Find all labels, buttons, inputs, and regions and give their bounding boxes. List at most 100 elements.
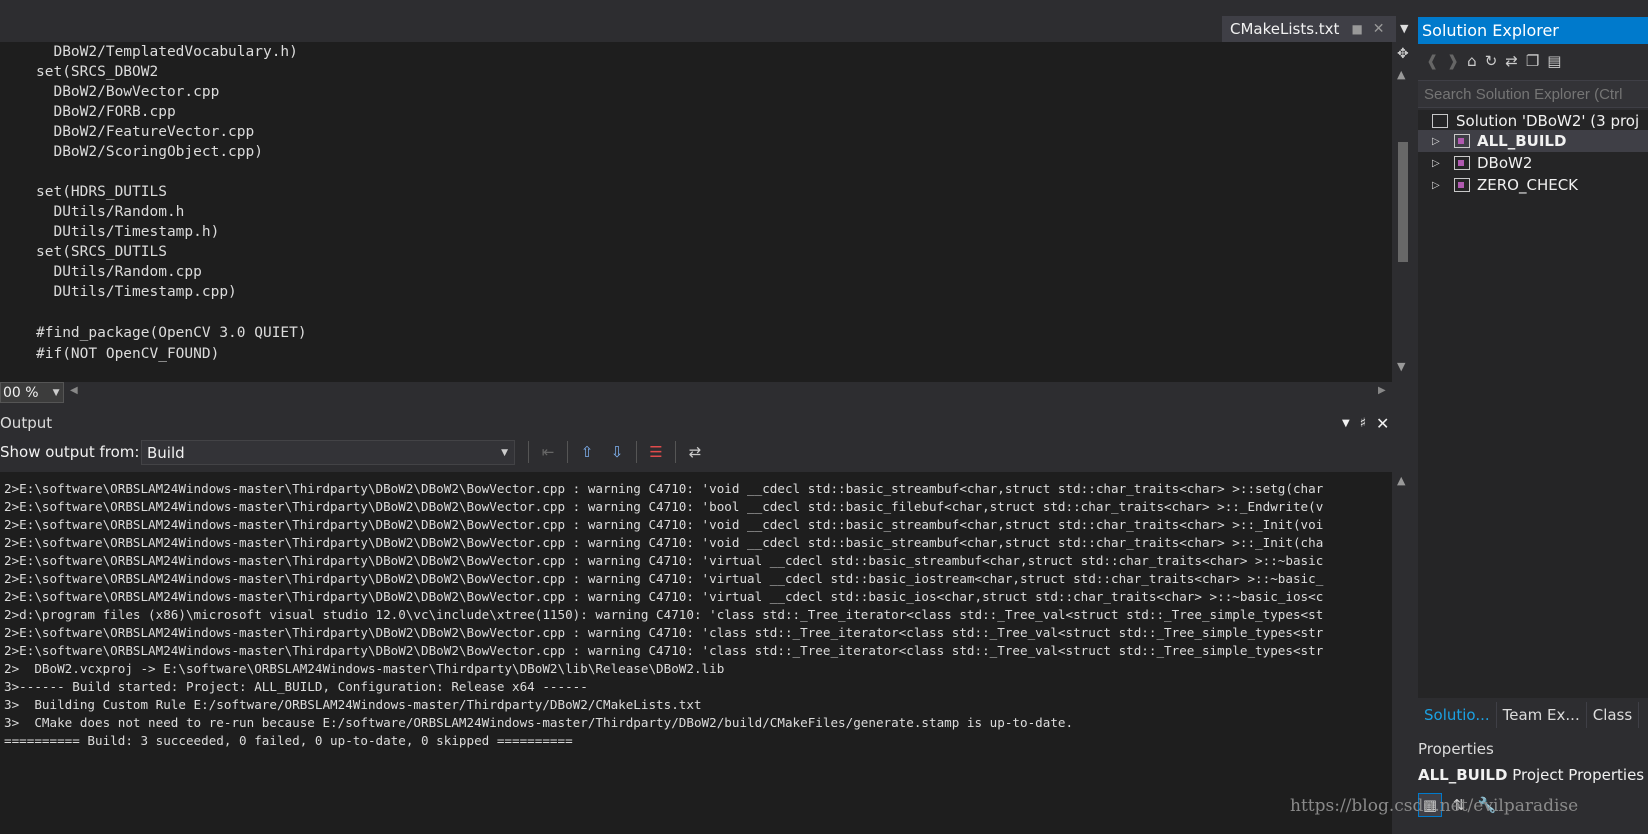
project-icon bbox=[1454, 156, 1470, 170]
scroll-thumb[interactable] bbox=[1398, 142, 1408, 262]
output-text[interactable]: 2>E:\software\ORBSLAM24Windows-master\Th… bbox=[0, 472, 1392, 834]
find-message-icon[interactable]: ⇤ bbox=[537, 441, 559, 463]
output-line: 2>E:\software\ORBSLAM24Windows-master\Th… bbox=[4, 535, 1324, 550]
output-line: 2>E:\software\ORBSLAM24Windows-master\Th… bbox=[4, 643, 1324, 658]
search-input[interactable] bbox=[1418, 81, 1648, 107]
scroll-right-icon[interactable]: ▶ bbox=[1378, 385, 1386, 396]
solution-explorer-header[interactable]: Solution Explorer bbox=[1418, 17, 1648, 44]
output-line: 2>E:\software\ORBSLAM24Windows-master\Th… bbox=[4, 625, 1324, 640]
chevron-down-icon[interactable]: ▼ bbox=[1342, 418, 1350, 429]
tree-item-zero-check[interactable]: ▷ ZERO_CHECK bbox=[1418, 174, 1648, 196]
chevron-down-icon: ▼ bbox=[52, 387, 60, 398]
code-line: set(HDRS_DUTILS bbox=[36, 184, 167, 200]
tree-item-all-build[interactable]: ▷ ALL_BUILD bbox=[1418, 130, 1648, 152]
toolbar-separator bbox=[636, 441, 637, 463]
output-panel-title: Output bbox=[0, 412, 1414, 434]
back-icon[interactable]: ❰ bbox=[1426, 52, 1439, 70]
tab-dropdown-icon[interactable]: ▼ bbox=[1400, 22, 1408, 35]
output-source-select[interactable]: Build ▼ bbox=[141, 440, 515, 465]
code-line: DBoW2/ScoringObject.cpp) bbox=[36, 144, 263, 160]
scroll-up-icon[interactable]: ▲ bbox=[1397, 68, 1405, 81]
output-line: 3>------ Build started: Project: ALL_BUI… bbox=[4, 679, 588, 694]
split-icon[interactable]: ✥ bbox=[1397, 46, 1409, 62]
properties-object-name: ALL_BUILD bbox=[1418, 766, 1508, 784]
output-title: Output bbox=[0, 414, 53, 432]
output-source-value: Build bbox=[147, 443, 185, 462]
close-icon[interactable]: ✕ bbox=[1376, 414, 1389, 433]
output-line: 2>E:\software\ORBSLAM24Windows-master\Th… bbox=[4, 589, 1324, 604]
tab-team-explorer[interactable]: Team Ex... bbox=[1497, 702, 1587, 728]
scroll-left-icon[interactable]: ◀ bbox=[70, 385, 78, 396]
output-vertical-scrollbar[interactable]: ▲ bbox=[1392, 472, 1414, 834]
output-line: 2>d:\program files (x86)\microsoft visua… bbox=[4, 607, 1324, 622]
code-line: #find_package(OpenCV 3.0 QUIET) bbox=[36, 325, 307, 341]
code-line: set(SRCS_DUTILS bbox=[36, 244, 167, 260]
toolbar-separator bbox=[675, 441, 676, 463]
clear-all-icon[interactable]: ☰ bbox=[645, 441, 667, 463]
solution-explorer-search[interactable] bbox=[1418, 80, 1648, 108]
properties-title: Properties bbox=[1418, 740, 1494, 758]
output-line: 2>E:\software\ORBSLAM24Windows-master\Th… bbox=[4, 517, 1324, 532]
expand-icon[interactable]: ▷ bbox=[1432, 158, 1444, 169]
scroll-down-icon[interactable]: ▼ bbox=[1397, 360, 1405, 373]
pin-icon[interactable]: ♯ bbox=[1360, 416, 1366, 431]
word-wrap-icon[interactable]: ⇄ bbox=[684, 441, 706, 463]
expand-icon[interactable]: ▷ bbox=[1432, 136, 1444, 147]
tab-cmakelists[interactable]: CMakeLists.txt ■ ✕ bbox=[1222, 16, 1396, 42]
show-output-label: Show output from: bbox=[0, 443, 140, 461]
solution-tree: Solution 'DBoW2' (3 proj ▷ ALL_BUILD ▷ D… bbox=[1418, 110, 1648, 698]
zoom-value: 00 % bbox=[3, 384, 39, 401]
scroll-up-icon[interactable]: ▲ bbox=[1397, 474, 1405, 487]
output-line: 3> CMake does not need to re-run because… bbox=[4, 715, 1074, 730]
output-window-controls: ▼ ♯ ✕ bbox=[1342, 413, 1414, 433]
close-icon[interactable]: ✕ bbox=[1373, 21, 1385, 37]
tab-class-view[interactable]: Class bbox=[1587, 702, 1640, 728]
zoom-dropdown[interactable]: 00 % ▼ bbox=[0, 382, 64, 403]
output-line: 2>E:\software\ORBSLAM24Windows-master\Th… bbox=[4, 571, 1324, 586]
pin-icon[interactable]: ■ bbox=[1351, 22, 1362, 36]
previous-message-icon[interactable]: ⇧ bbox=[576, 441, 598, 463]
solution-label: Solution 'DBoW2' (3 proj bbox=[1456, 112, 1640, 130]
solution-explorer-title: Solution Explorer bbox=[1422, 21, 1559, 40]
code-line: DUtils/Random.h bbox=[36, 204, 185, 220]
collapse-all-icon[interactable]: ❐ bbox=[1526, 52, 1539, 70]
toolbar-separator bbox=[528, 441, 529, 463]
project-icon bbox=[1454, 134, 1470, 148]
solution-icon bbox=[1432, 114, 1448, 128]
properties-object[interactable]: ALL_BUILD Project Properties bbox=[1418, 766, 1644, 784]
output-line: 3> Building Custom Rule E:/software/ORBS… bbox=[4, 697, 702, 712]
project-icon bbox=[1454, 178, 1470, 192]
project-label: DBoW2 bbox=[1477, 154, 1533, 172]
editor-vertical-scrollbar[interactable]: ✥ ▲ ▼ bbox=[1392, 42, 1414, 382]
properties-object-type: Project Properties bbox=[1512, 766, 1645, 784]
code-line: #if(NOT OpenCV_FOUND) bbox=[36, 346, 220, 362]
code-line: DBoW2/BowVector.cpp bbox=[36, 84, 220, 100]
tree-item-solution[interactable]: Solution 'DBoW2' (3 proj bbox=[1418, 110, 1648, 132]
project-label: ZERO_CHECK bbox=[1477, 176, 1579, 194]
expand-icon[interactable]: ▷ bbox=[1432, 180, 1444, 191]
tab-solution-explorer[interactable]: Solutio... bbox=[1418, 702, 1497, 728]
sync-icon[interactable]: ⇄ bbox=[1505, 52, 1518, 70]
code-line: DUtils/Timestamp.h) bbox=[36, 224, 220, 240]
editor-horizontal-scrollbar[interactable] bbox=[0, 382, 1414, 402]
code-editor[interactable]: DBoW2/TemplatedVocabulary.h) set(SRCS_DB… bbox=[0, 42, 1392, 382]
project-label: ALL_BUILD bbox=[1477, 132, 1567, 150]
tree-item-dbow2[interactable]: ▷ DBoW2 bbox=[1418, 152, 1648, 174]
output-line: 2>E:\software\ORBSLAM24Windows-master\Th… bbox=[4, 553, 1324, 568]
home-icon[interactable]: ⌂ bbox=[1467, 52, 1477, 70]
code-line: set(SRCS_DBOW2 bbox=[36, 64, 159, 80]
toolbar-separator bbox=[567, 441, 568, 463]
code-line: DBoW2/FeatureVector.cpp bbox=[36, 124, 255, 140]
solution-explorer-tabs: Solutio... Team Ex... Class bbox=[1418, 702, 1648, 728]
code-line: DUtils/Timestamp.cpp) bbox=[36, 284, 237, 300]
pending-changes-icon[interactable]: ↻ bbox=[1485, 52, 1498, 70]
code-line: DBoW2/TemplatedVocabulary.h) bbox=[36, 44, 298, 60]
output-line: 2>E:\software\ORBSLAM24Windows-master\Th… bbox=[4, 499, 1324, 514]
code-line: DUtils/Random.cpp bbox=[36, 264, 202, 280]
output-line: ========== Build: 3 succeeded, 0 failed,… bbox=[4, 733, 573, 748]
top-strip bbox=[0, 0, 1648, 14]
forward-icon[interactable]: ❱ bbox=[1447, 52, 1460, 70]
next-message-icon[interactable]: ⇩ bbox=[606, 441, 628, 463]
properties-icon[interactable]: ▤ bbox=[1547, 52, 1561, 70]
solution-explorer-toolbar: ❰ ❱ ⌂ ↻ ⇄ ❐ ▤ bbox=[1418, 46, 1648, 76]
